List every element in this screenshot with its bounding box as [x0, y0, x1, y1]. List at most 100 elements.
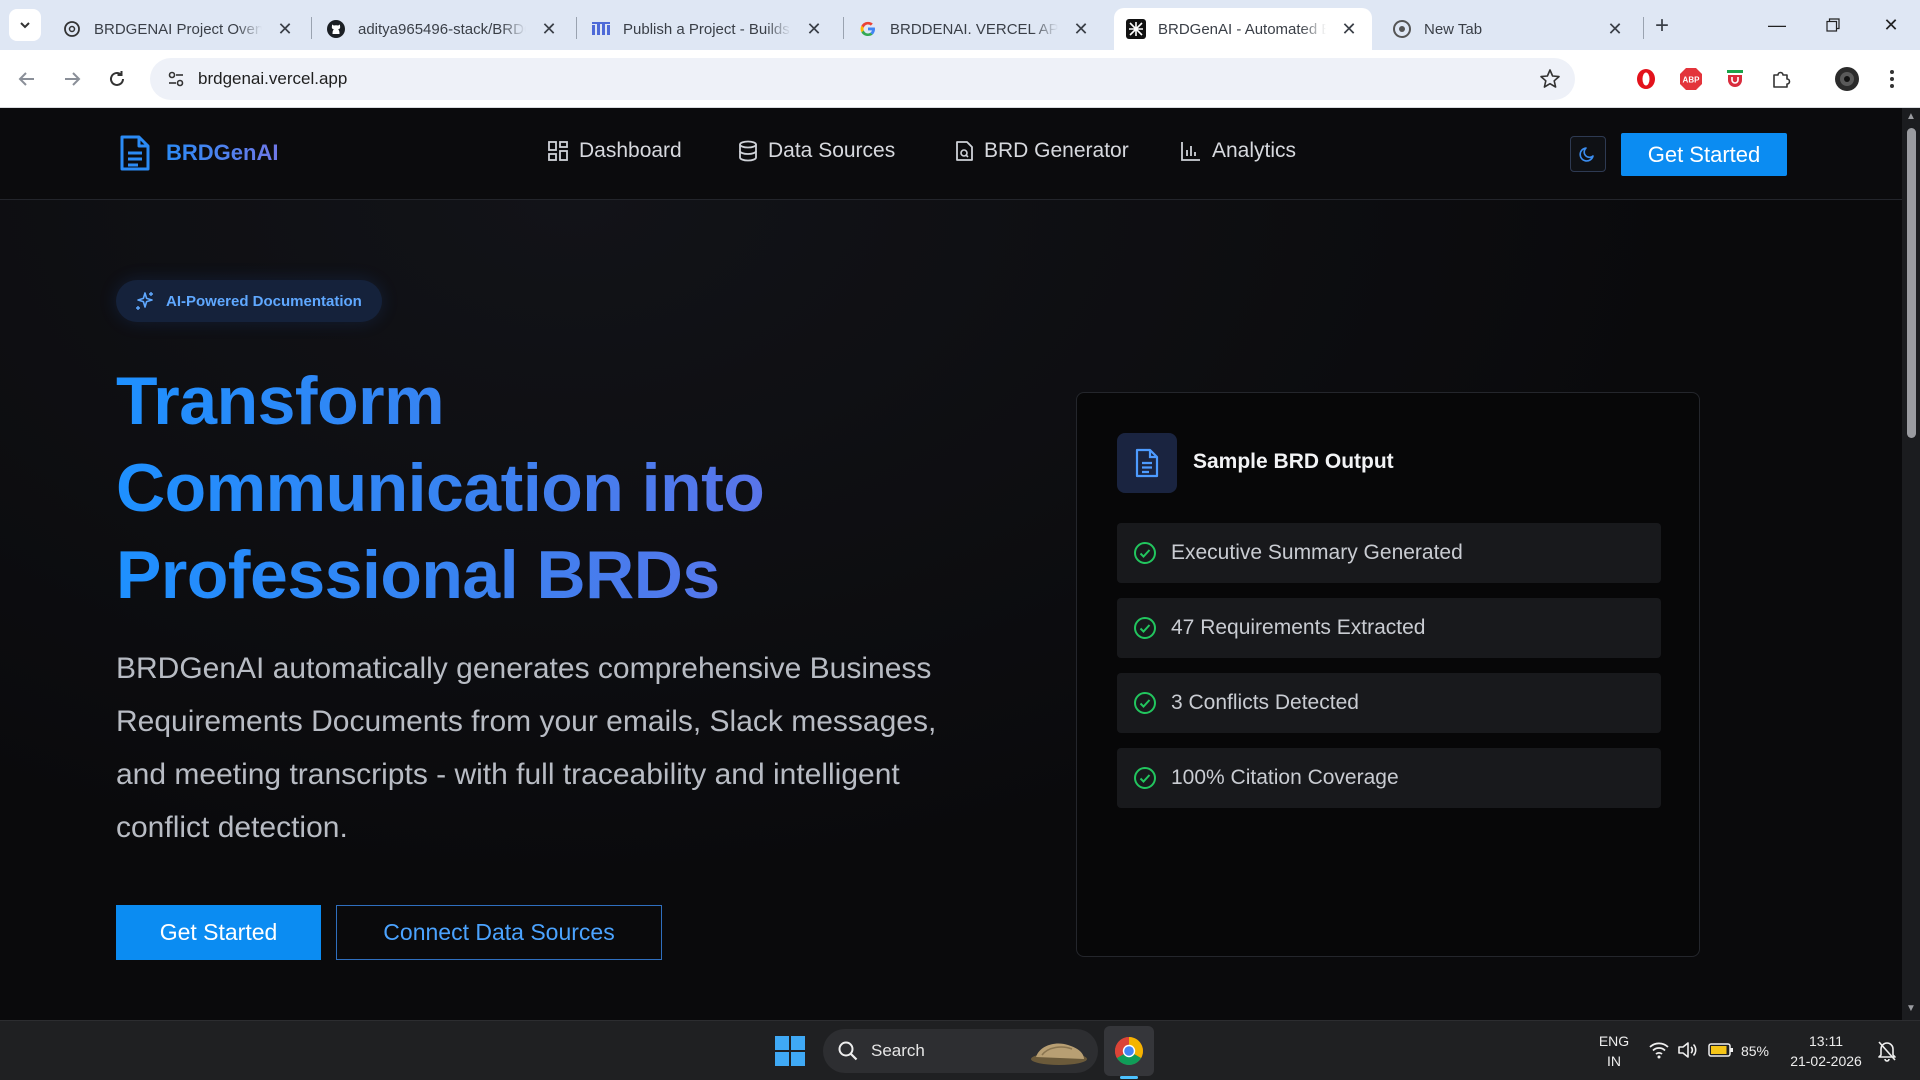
region-label: IN: [1607, 1053, 1621, 1069]
svg-text:ABP: ABP: [1683, 76, 1701, 85]
taskbar-search-box[interactable]: Search: [823, 1029, 1098, 1073]
volume-icon[interactable]: [1677, 1040, 1699, 1065]
battery-icon[interactable]: [1708, 1042, 1734, 1063]
tab-search-button[interactable]: [9, 9, 41, 41]
browser-tab[interactable]: BRDDENAI. VERCEL APP - Google Search ✕: [846, 8, 1104, 50]
windows-start-icon[interactable]: [774, 1035, 808, 1069]
nav-link-dashboard[interactable]: Dashboard: [547, 139, 682, 163]
language-label: ENG: [1598, 1033, 1630, 1049]
back-icon[interactable]: [11, 63, 43, 95]
sparkles-icon: [136, 292, 153, 310]
browser-tab-strip: BRDGENAI Project Overview ✕ aditya965496…: [0, 0, 1920, 50]
browser-tab[interactable]: New Tab ✕: [1380, 8, 1638, 50]
check-circle-icon: [1134, 617, 1156, 639]
browser-tab[interactable]: Publish a Project - Builds ✕: [579, 8, 837, 50]
address-bar[interactable]: brdgenai.vercel.app: [150, 58, 1575, 100]
adblock-plus-icon[interactable]: ABP: [1678, 66, 1704, 92]
tab-title: Publish a Project - Builds: [623, 20, 790, 38]
close-tab-icon[interactable]: ✕: [1070, 18, 1092, 40]
profile-avatar[interactable]: [1834, 66, 1860, 92]
github-icon: [326, 19, 346, 39]
clock-date: 21-02-2026: [1790, 1053, 1862, 1069]
browser-menu-icon[interactable]: [1879, 66, 1905, 92]
card-item-label: 3 Conflicts Detected: [1171, 691, 1359, 714]
tab-title: BRDGenAI - Automated Business Requiremen…: [1158, 20, 1326, 38]
minimize-icon[interactable]: —: [1757, 10, 1797, 40]
nav-get-started-button[interactable]: Get Started: [1621, 133, 1787, 176]
nav-link-data-sources[interactable]: Data Sources: [738, 139, 895, 163]
shield-extension-icon[interactable]: [1722, 66, 1748, 92]
close-tab-icon[interactable]: ✕: [803, 18, 825, 40]
close-tab-icon[interactable]: ✕: [1338, 18, 1360, 40]
search-icon: [838, 1041, 858, 1061]
notification-bell-icon[interactable]: [1876, 1039, 1898, 1068]
card-title: Sample BRD Output: [1193, 450, 1394, 473]
ai-powered-badge: AI-Powered Documentation: [116, 280, 382, 322]
wifi-icon[interactable]: [1648, 1040, 1670, 1065]
connect-data-sources-button[interactable]: Connect Data Sources: [336, 905, 662, 960]
database-icon: [739, 140, 757, 162]
chrome-icon: [1115, 1037, 1143, 1065]
brand-name: BRDGenAI: [166, 140, 279, 165]
browser-tab[interactable]: BRDGENAI Project Overview ✕: [50, 8, 308, 50]
opera-extension-icon[interactable]: [1633, 66, 1659, 92]
bookmark-star-icon[interactable]: [1539, 68, 1561, 95]
scroll-down-icon[interactable]: ▼: [1906, 1004, 1916, 1014]
card-item-label: 100% Citation Coverage: [1171, 766, 1399, 789]
close-tab-icon[interactable]: ✕: [1604, 18, 1626, 40]
check-circle-icon: [1134, 767, 1156, 789]
bar-chart-icon: [1181, 142, 1200, 161]
search-highlight-image: [1031, 1043, 1087, 1065]
site-info-icon[interactable]: [156, 69, 196, 89]
nav-link-analytics[interactable]: Analytics: [1180, 139, 1296, 163]
chevron-down-icon: [20, 22, 30, 29]
windows-taskbar: Search ENG IN 85% 13:11 21-02-2026: [0, 1020, 1920, 1080]
sample-brd-card: Sample BRD Output Executive Summary Gene…: [1076, 392, 1700, 957]
taskbar-search-label: Search: [871, 1041, 925, 1060]
page-scrollbar[interactable]: ▲ ▼: [1902, 108, 1920, 1020]
scroll-up-icon[interactable]: ▲: [1906, 112, 1916, 122]
reload-icon[interactable]: [101, 63, 133, 95]
google-icon: [858, 19, 878, 39]
scroll-thumb[interactable]: [1907, 128, 1916, 438]
clock[interactable]: 13:11 21-02-2026: [1778, 1031, 1874, 1071]
hero-get-started-button[interactable]: Get Started: [116, 905, 321, 960]
browser-tab-active[interactable]: BRDGenAI - Automated Business Requiremen…: [1114, 8, 1372, 50]
theme-toggle-button[interactable]: [1570, 136, 1606, 172]
builds-icon: [591, 19, 611, 39]
clock-time: 13:11: [1809, 1033, 1843, 1049]
brdgenai-icon: [1126, 19, 1146, 39]
new-tab-button[interactable]: +: [1648, 12, 1676, 40]
tab-title: New Tab: [1424, 20, 1483, 38]
card-item-label: Executive Summary Generated: [1171, 541, 1463, 564]
restore-icon[interactable]: [1813, 10, 1853, 40]
file-search-icon: [956, 141, 973, 161]
badge-label: AI-Powered Documentation: [166, 292, 362, 310]
card-item: 100% Citation Coverage: [1117, 748, 1661, 808]
hero-subtitle: BRDGenAI automatically generates compreh…: [116, 652, 937, 844]
browser-tab[interactable]: aditya965496-stack/BRDGENAI ✕: [314, 8, 572, 50]
active-app-indicator: [1120, 1076, 1138, 1079]
moon-icon: [1579, 147, 1594, 162]
battery-percent: 85%: [1740, 1043, 1770, 1059]
check-circle-icon: [1134, 692, 1156, 714]
brand-logo[interactable]: BRDGenAI: [118, 134, 278, 172]
nav-link-label: Analytics: [1212, 139, 1297, 162]
nav-link-brd-generator[interactable]: BRD Generator: [954, 139, 1129, 163]
close-window-icon[interactable]: ✕: [1871, 10, 1911, 40]
url-text[interactable]: brdgenai.vercel.app: [198, 69, 347, 89]
document-icon: [120, 135, 150, 171]
site-navbar: BRDGenAI Dashboard Data Sources BRD Gene…: [0, 108, 1902, 200]
check-circle-icon: [1134, 542, 1156, 564]
card-document-icon: [1117, 433, 1177, 493]
card-item: 3 Conflicts Detected: [1117, 673, 1661, 733]
extensions-puzzle-icon[interactable]: [1768, 66, 1794, 92]
nav-link-label: BRD Generator: [984, 139, 1129, 162]
forward-icon[interactable]: [56, 63, 88, 95]
taskbar-chrome-app[interactable]: [1104, 1026, 1154, 1076]
nav-link-label: Data Sources: [768, 139, 896, 162]
browser-toolbar: brdgenai.vercel.app ABP: [0, 50, 1920, 108]
language-indicator[interactable]: ENG IN: [1594, 1031, 1634, 1071]
close-tab-icon[interactable]: ✕: [538, 18, 560, 40]
close-tab-icon[interactable]: ✕: [274, 18, 296, 40]
